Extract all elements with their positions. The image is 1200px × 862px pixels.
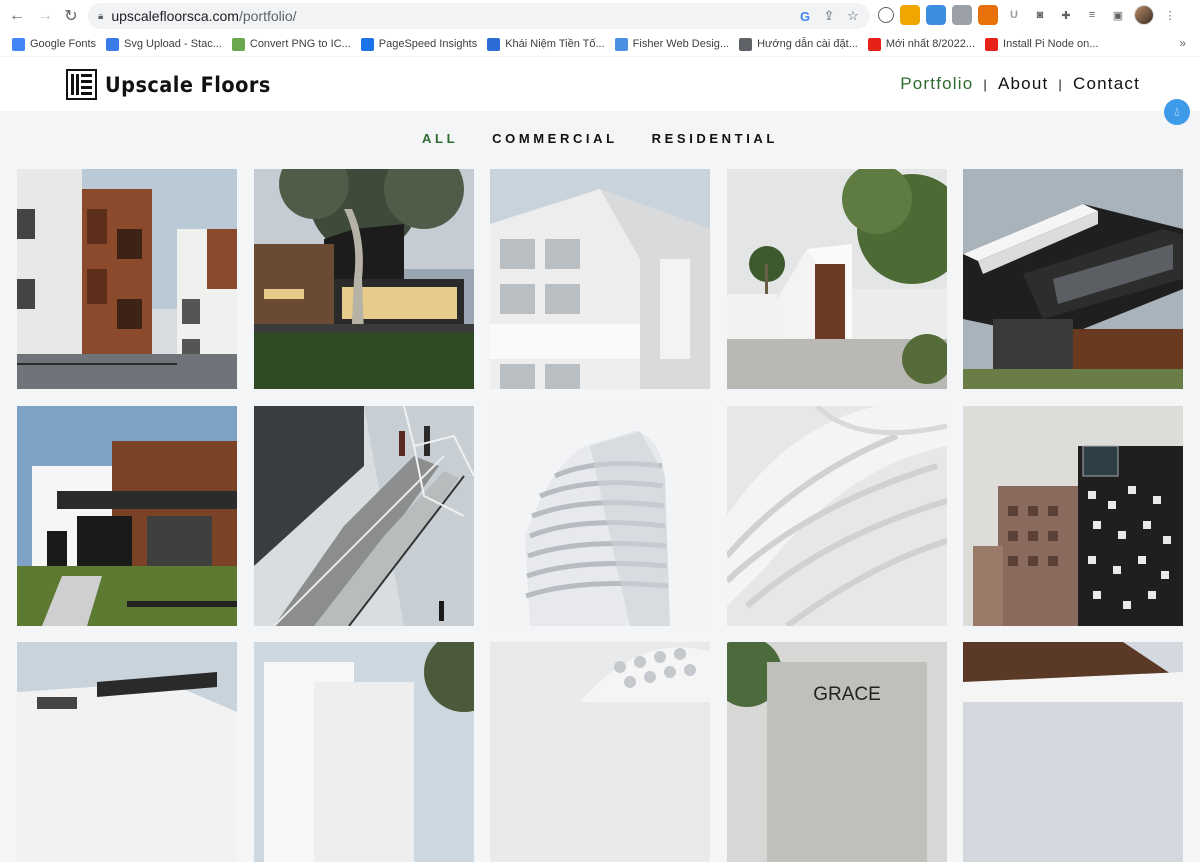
tile-image: GRACE — [727, 642, 947, 862]
logo[interactable]: Upscale Floors — [66, 69, 285, 100]
extensions-bar: U ◙ ✚ ≡ ▣ ⋮ — [878, 5, 1180, 25]
bookmark-favicon-icon — [739, 37, 753, 51]
extension-icon[interactable] — [952, 5, 972, 25]
tile-image — [254, 642, 474, 862]
brand-name: Upscale Floors — [105, 72, 271, 97]
filter-all[interactable]: ALL — [422, 131, 458, 146]
tile-image — [727, 406, 947, 626]
lock-icon: 🔒︎ — [98, 10, 104, 22]
puzzle-icon[interactable]: ✚ — [1056, 5, 1076, 25]
media-icon[interactable]: ≡ — [1082, 5, 1102, 25]
bookmark-favicon-icon — [12, 37, 25, 51]
bookmark-favicon-icon — [360, 37, 374, 51]
extension-icon[interactable] — [978, 5, 998, 25]
star-icon[interactable]: ☆ — [844, 7, 862, 25]
portfolio-tile[interactable] — [17, 169, 237, 389]
tile-image — [490, 406, 710, 626]
sidepanel-icon[interactable]: ▣ — [1108, 5, 1128, 25]
portfolio-tile[interactable] — [17, 406, 237, 626]
bookmark-label: Fisher Web Desig... — [632, 38, 730, 50]
bookmark-label: Convert PNG to IC... — [249, 38, 351, 50]
google-icon[interactable]: G — [796, 7, 814, 25]
bookmark-item[interactable]: Mới nhất 8/2022... — [867, 37, 976, 51]
bookmark-item[interactable]: Khái Niệm Tiền Tố... — [487, 37, 605, 51]
share-icon[interactable]: ⇪ — [820, 7, 838, 25]
bookmark-favicon-icon — [985, 37, 999, 51]
more-bookmarks-icon[interactable]: » — [1179, 36, 1186, 50]
nav-portfolio[interactable]: Portfolio — [900, 74, 973, 94]
main-nav: Portfolio | About | Contact — [900, 74, 1140, 94]
bookmark-label: Install Pi Node on... — [1003, 38, 1099, 50]
portfolio-tile[interactable] — [727, 406, 947, 626]
nav-separator: | — [1058, 76, 1063, 92]
bookmark-item[interactable]: PageSpeed Insights — [360, 37, 478, 51]
tile-image — [17, 406, 237, 626]
bookmark-item[interactable]: Convert PNG to IC... — [231, 37, 351, 51]
address-bar[interactable]: 🔒︎ upscalefloorsca.com/portfolio/ G ⇪ ☆ — [88, 3, 870, 29]
tile-image — [254, 169, 474, 389]
bookmark-item[interactable]: Google Fonts — [12, 37, 97, 51]
extension-icon[interactable] — [926, 5, 946, 25]
bookmark-label: Mới nhất 8/2022... — [885, 38, 976, 50]
bookmark-item[interactable]: Fisher Web Desig... — [614, 37, 730, 51]
grace-sign: GRACE — [813, 684, 881, 705]
portfolio-tile[interactable]: GRACE — [727, 642, 947, 862]
bookmark-item[interactable]: Install Pi Node on... — [985, 37, 1099, 51]
filter-residential[interactable]: RESIDENTIAL — [652, 131, 778, 146]
portfolio-tile[interactable] — [727, 169, 947, 389]
bookmark-item[interactable]: Svg Upload - Stac... — [106, 37, 222, 51]
url-path: /portfolio/ — [238, 8, 297, 24]
bookmark-favicon-icon — [867, 37, 881, 51]
tile-image — [490, 642, 710, 862]
reload-icon[interactable]: ↻ — [60, 5, 82, 27]
bookmark-item[interactable]: Hướng dẫn cài đặt... — [739, 37, 858, 51]
tile-image — [254, 406, 474, 626]
tile-image — [963, 406, 1183, 626]
extension-icon[interactable]: U — [1004, 5, 1024, 25]
tile-image — [490, 169, 710, 389]
avatar[interactable] — [1134, 5, 1154, 25]
filter-commercial[interactable]: COMMERCIAL — [492, 131, 618, 146]
tile-image — [727, 169, 947, 389]
tile-image — [17, 642, 237, 862]
bookmark-favicon-icon — [487, 37, 501, 51]
portfolio-tile[interactable] — [490, 642, 710, 862]
bookmarks-bar: Google Fonts Svg Upload - Stac... Convert … — [0, 32, 1200, 56]
url-host: upscalefloorsca.com — [111, 8, 239, 24]
tile-image — [963, 642, 1183, 862]
menu-icon[interactable]: ⋮ — [1160, 5, 1180, 25]
portfolio-tile[interactable] — [490, 169, 710, 389]
bookmark-label: Svg Upload - Stac... — [124, 38, 222, 50]
portfolio-tile[interactable] — [490, 406, 710, 626]
portfolio-tile[interactable] — [254, 642, 474, 862]
portfolio-tile[interactable] — [17, 642, 237, 862]
bookmark-favicon-icon — [614, 37, 628, 51]
bookmark-label: Khái Niệm Tiền Tố... — [505, 38, 605, 50]
water-drop-icon[interactable]: 💧︎ — [1164, 99, 1190, 125]
portfolio-tile[interactable] — [963, 406, 1183, 626]
bookmark-favicon-icon — [231, 37, 245, 51]
browser-toolbar: ← → ↻ 🔒︎ upscalefloorsca.com/portfolio/ … — [0, 0, 1200, 32]
logo-mark-icon — [66, 69, 97, 100]
forward-icon[interactable]: → — [34, 5, 56, 27]
portfolio-tile[interactable] — [963, 169, 1183, 389]
portfolio-filters: ALL COMMERCIAL RESIDENTIAL — [0, 131, 1200, 146]
tile-image — [17, 169, 237, 389]
portfolio-tile[interactable] — [963, 642, 1183, 862]
nav-separator: | — [983, 76, 988, 92]
back-icon[interactable]: ← — [6, 5, 28, 27]
tile-image — [963, 169, 1183, 389]
portfolio-tile[interactable] — [254, 406, 474, 626]
nav-contact[interactable]: Contact — [1073, 74, 1140, 94]
bookmark-label: Google Fonts — [30, 38, 97, 50]
bookmark-label: Hướng dẫn cài đặt... — [757, 38, 858, 50]
nav-about[interactable]: About — [998, 74, 1048, 94]
bookmark-favicon-icon — [106, 37, 120, 51]
extension-icon[interactable] — [900, 5, 920, 25]
portfolio-tile[interactable] — [254, 169, 474, 389]
extension-icon[interactable] — [878, 7, 894, 23]
site-header: Upscale Floors Portfolio | About | Conta… — [0, 57, 1200, 111]
bookmark-label: PageSpeed Insights — [378, 38, 478, 50]
camera-icon[interactable]: ◙ — [1030, 5, 1050, 25]
